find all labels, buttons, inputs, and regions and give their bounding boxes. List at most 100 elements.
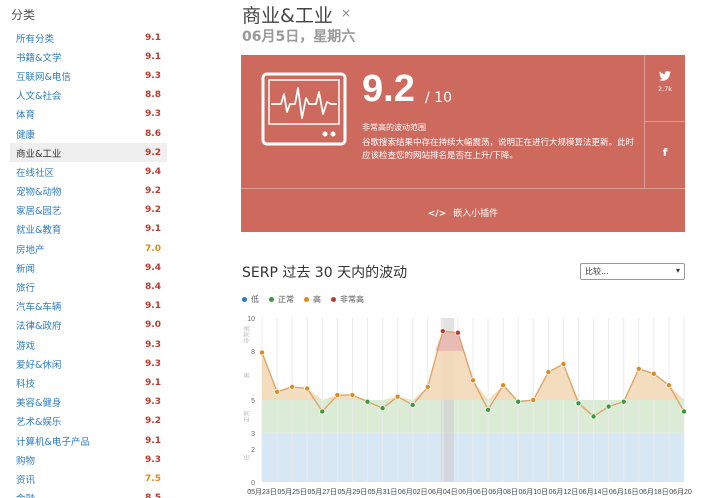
data-point [274, 388, 281, 395]
category-item[interactable]: 旅行 8.4 [10, 277, 167, 296]
chevron-down-icon: ▾ [675, 266, 680, 275]
x-tick-label: 06月20日 [669, 488, 692, 496]
data-point [394, 393, 401, 400]
legend-item[interactable]: 高 [304, 294, 321, 305]
data-point [364, 398, 371, 405]
data-point [349, 392, 356, 399]
y-band-label: 非常高 [243, 325, 251, 343]
category-item[interactable]: 人文&社会 8.8 [10, 86, 167, 105]
x-tick-label: 06月14日 [579, 488, 609, 496]
legend-label: 非常高 [340, 295, 364, 304]
category-label: 爱好&休闲 [16, 359, 62, 371]
data-point [469, 377, 476, 384]
data-point [289, 383, 296, 390]
data-point [424, 383, 431, 390]
data-point [545, 369, 552, 376]
compare-select-value: 比较... [585, 267, 609, 276]
category-score: 8.5 [145, 493, 161, 498]
embed-widget-button[interactable]: </> 嵌入小插件 [241, 188, 685, 232]
category-label: 商业&工业 [16, 148, 62, 160]
data-point [409, 401, 416, 408]
compare-select[interactable]: 比较... ▾ [580, 263, 685, 280]
category-item[interactable]: 爱好&休闲 9.3 [10, 354, 167, 373]
twitter-share-button[interactable]: 2.7k [645, 55, 685, 122]
category-label: 汽车&车辆 [16, 302, 62, 314]
category-item[interactable]: 美容&健身 9.3 [10, 393, 167, 412]
category-item[interactable]: 新闻 9.4 [10, 258, 167, 277]
category-item[interactable]: 计算机&电子产品 9.1 [10, 431, 167, 450]
heart-monitor-icon [261, 72, 347, 146]
y-tick-label: 2 [251, 447, 255, 454]
category-item[interactable]: 所有分类 9.1 [10, 28, 167, 47]
close-icon[interactable]: × [341, 6, 351, 20]
category-score: 8.8 [145, 90, 161, 101]
category-label: 在线社区 [16, 167, 55, 179]
category-item[interactable]: 艺术&娱乐 9.2 [10, 412, 167, 431]
category-item[interactable]: 体育 9.3 [10, 105, 167, 124]
category-label: 资讯 [16, 474, 36, 486]
category-label: 法律&政府 [16, 321, 62, 333]
category-score: 9.1 [145, 377, 161, 388]
category-score: 9.3 [145, 339, 161, 350]
data-point [379, 405, 386, 412]
x-tick-label: 05月31日 [368, 488, 398, 496]
category-label: 互联网&电信 [16, 71, 71, 83]
legend-label: 高 [313, 295, 321, 304]
category-item[interactable]: 购物 9.3 [10, 450, 167, 469]
category-item[interactable]: 宠物&动物 9.2 [10, 182, 167, 201]
y-tick-label: 0 [251, 480, 255, 487]
category-score: 9.1 [145, 301, 161, 312]
category-item[interactable]: 商业&工业 9.2 [10, 143, 167, 163]
x-tick-label: 05月25日 [277, 488, 307, 496]
volatility-level-title: 非常高的波动范围 [362, 123, 426, 132]
category-item[interactable]: 游戏 9.3 [10, 335, 167, 354]
data-point [575, 400, 582, 407]
category-item[interactable]: 汽车&车辆 9.1 [10, 297, 167, 316]
category-item[interactable]: 健康 8.6 [10, 124, 167, 143]
x-tick-label: 06月08日 [488, 488, 518, 496]
y-band-label: 高 [243, 372, 251, 378]
category-score: 9.3 [145, 397, 161, 408]
category-score: 8.4 [145, 282, 161, 293]
category-item[interactable]: 就业&教育 9.1 [10, 220, 167, 239]
legend-item[interactable]: 非常高 [331, 294, 364, 305]
legend-swatch [304, 297, 309, 302]
volatility-description: 谷歌搜索结果中存在持续大幅震荡，说明正在进行大规模算法更新。此时应该检查您的网站… [362, 138, 635, 161]
category-item[interactable]: 家居&园艺 9.2 [10, 201, 167, 220]
data-point [665, 382, 672, 389]
embed-widget-label: 嵌入小插件 [453, 209, 499, 219]
x-tick-label: 06月02日 [398, 488, 428, 496]
category-item[interactable]: 互联网&电信 9.3 [10, 66, 167, 85]
category-score: 9.1 [145, 435, 161, 446]
legend-label: 低 [251, 295, 259, 304]
x-tick-label: 06月04日 [428, 488, 458, 496]
y-band-label: 正常 [243, 410, 251, 422]
data-point [635, 365, 642, 372]
category-item[interactable]: 法律&政府 9.0 [10, 316, 167, 335]
category-item[interactable]: 资讯 7.5 [10, 469, 167, 488]
legend-item[interactable]: 低 [242, 294, 259, 305]
x-tick-label: 06月16日 [609, 488, 639, 496]
x-tick-label: 05月23日 [247, 488, 277, 496]
chart-legend: 低 正常 高 非常高 [242, 294, 364, 305]
category-score: 9.2 [145, 147, 161, 158]
legend-item[interactable]: 正常 [269, 294, 294, 305]
score-panel: 9.2 / 10 非常高的波动范围 谷歌搜索结果中存在持续大幅震荡，说明正在进行… [241, 55, 645, 188]
category-item[interactable]: 房地产 7.0 [10, 239, 167, 258]
category-item[interactable]: 科技 9.1 [10, 373, 167, 392]
facebook-share-button[interactable]: f [645, 122, 685, 188]
category-score: 9.4 [145, 166, 161, 177]
category-item[interactable]: 金融 8.5 [10, 489, 167, 498]
category-item[interactable]: 在线社区 9.4 [10, 162, 167, 181]
category-score: 9.3 [145, 70, 161, 81]
data-point [304, 385, 311, 392]
category-label: 旅行 [16, 283, 36, 295]
category-score: 9.1 [145, 51, 161, 62]
x-tick-label: 06月10日 [518, 488, 548, 496]
category-label: 书籍&文学 [16, 52, 62, 64]
category-item[interactable]: 书籍&文学 9.1 [10, 47, 167, 66]
x-tick-label: 06月18日 [639, 488, 669, 496]
category-score: 9.0 [145, 320, 161, 331]
category-score: 9.3 [145, 358, 161, 369]
data-point [454, 329, 461, 336]
